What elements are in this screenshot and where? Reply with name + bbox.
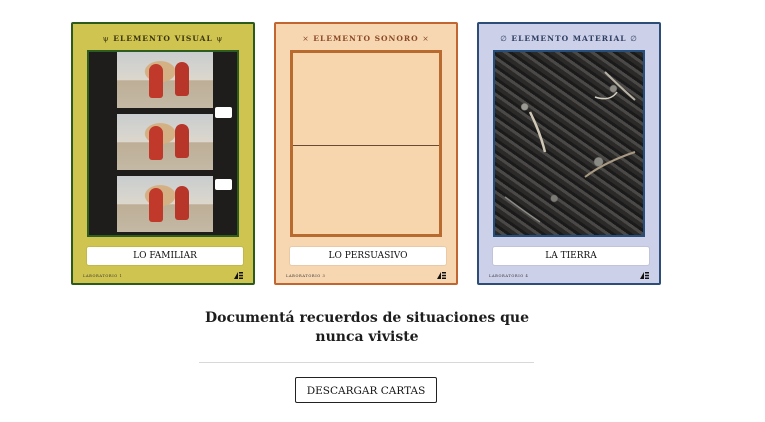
card-footer: LABORATORIO 4 — [489, 274, 529, 278]
card-header-text: ELEMENTO VISUAL — [113, 34, 213, 43]
card-elemento-sonoro[interactable]: × ELEMENTO SONORO × LO PERSUASIVO LABORA… — [274, 22, 458, 285]
cross-icon: × — [422, 34, 430, 43]
card-label: LO PERSUASIVO — [290, 247, 446, 265]
psi-icon: ψ — [216, 34, 224, 43]
empty-set-icon: ∅ — [630, 34, 638, 43]
card-elemento-visual[interactable]: ψ ELEMENTO VISUAL ψ LO FAMILIAR LABORATO… — [71, 22, 255, 285]
blank-sound-frame — [290, 50, 442, 237]
card-elemento-material[interactable]: ∅ ELEMENTO MATERIAL ∅ LA TIERRA LABORATO… — [477, 22, 661, 285]
roots-overlay — [504, 71, 636, 223]
lab-logo-icon — [234, 272, 243, 279]
waveform-line — [293, 145, 439, 146]
card-header-text: ELEMENTO MATERIAL — [511, 34, 627, 43]
card-label: LO FAMILIAR — [87, 247, 243, 265]
psi-icon: ψ — [102, 34, 110, 43]
card-label: LA TIERRA — [493, 247, 649, 265]
card-footer: LABORATORIO 1 — [83, 274, 123, 278]
divider — [199, 362, 534, 363]
film-frame-photo — [117, 114, 213, 170]
download-cards-button[interactable]: DESCARGAR CARTAS — [295, 377, 437, 403]
cross-icon: × — [302, 34, 310, 43]
lab-logo-icon — [640, 272, 649, 279]
card-header: ∅ ELEMENTO MATERIAL ∅ — [479, 34, 659, 43]
film-strip-image — [87, 50, 239, 237]
film-sprocket-hole — [215, 107, 232, 118]
card-header: ψ ELEMENTO VISUAL ψ — [73, 34, 253, 43]
film-sprocket-hole — [215, 179, 232, 190]
soil-image — [493, 50, 645, 237]
film-frame-photo — [117, 176, 213, 232]
empty-set-icon: ∅ — [500, 34, 508, 43]
tagline: Documentá recuerdos de situaciones que n… — [204, 310, 530, 345]
lab-logo-icon — [437, 272, 446, 279]
card-header: × ELEMENTO SONORO × — [276, 34, 456, 43]
card-footer: LABORATORIO 3 — [286, 274, 326, 278]
film-frame-photo — [117, 52, 213, 108]
card-header-text: ELEMENTO SONORO — [313, 34, 419, 43]
